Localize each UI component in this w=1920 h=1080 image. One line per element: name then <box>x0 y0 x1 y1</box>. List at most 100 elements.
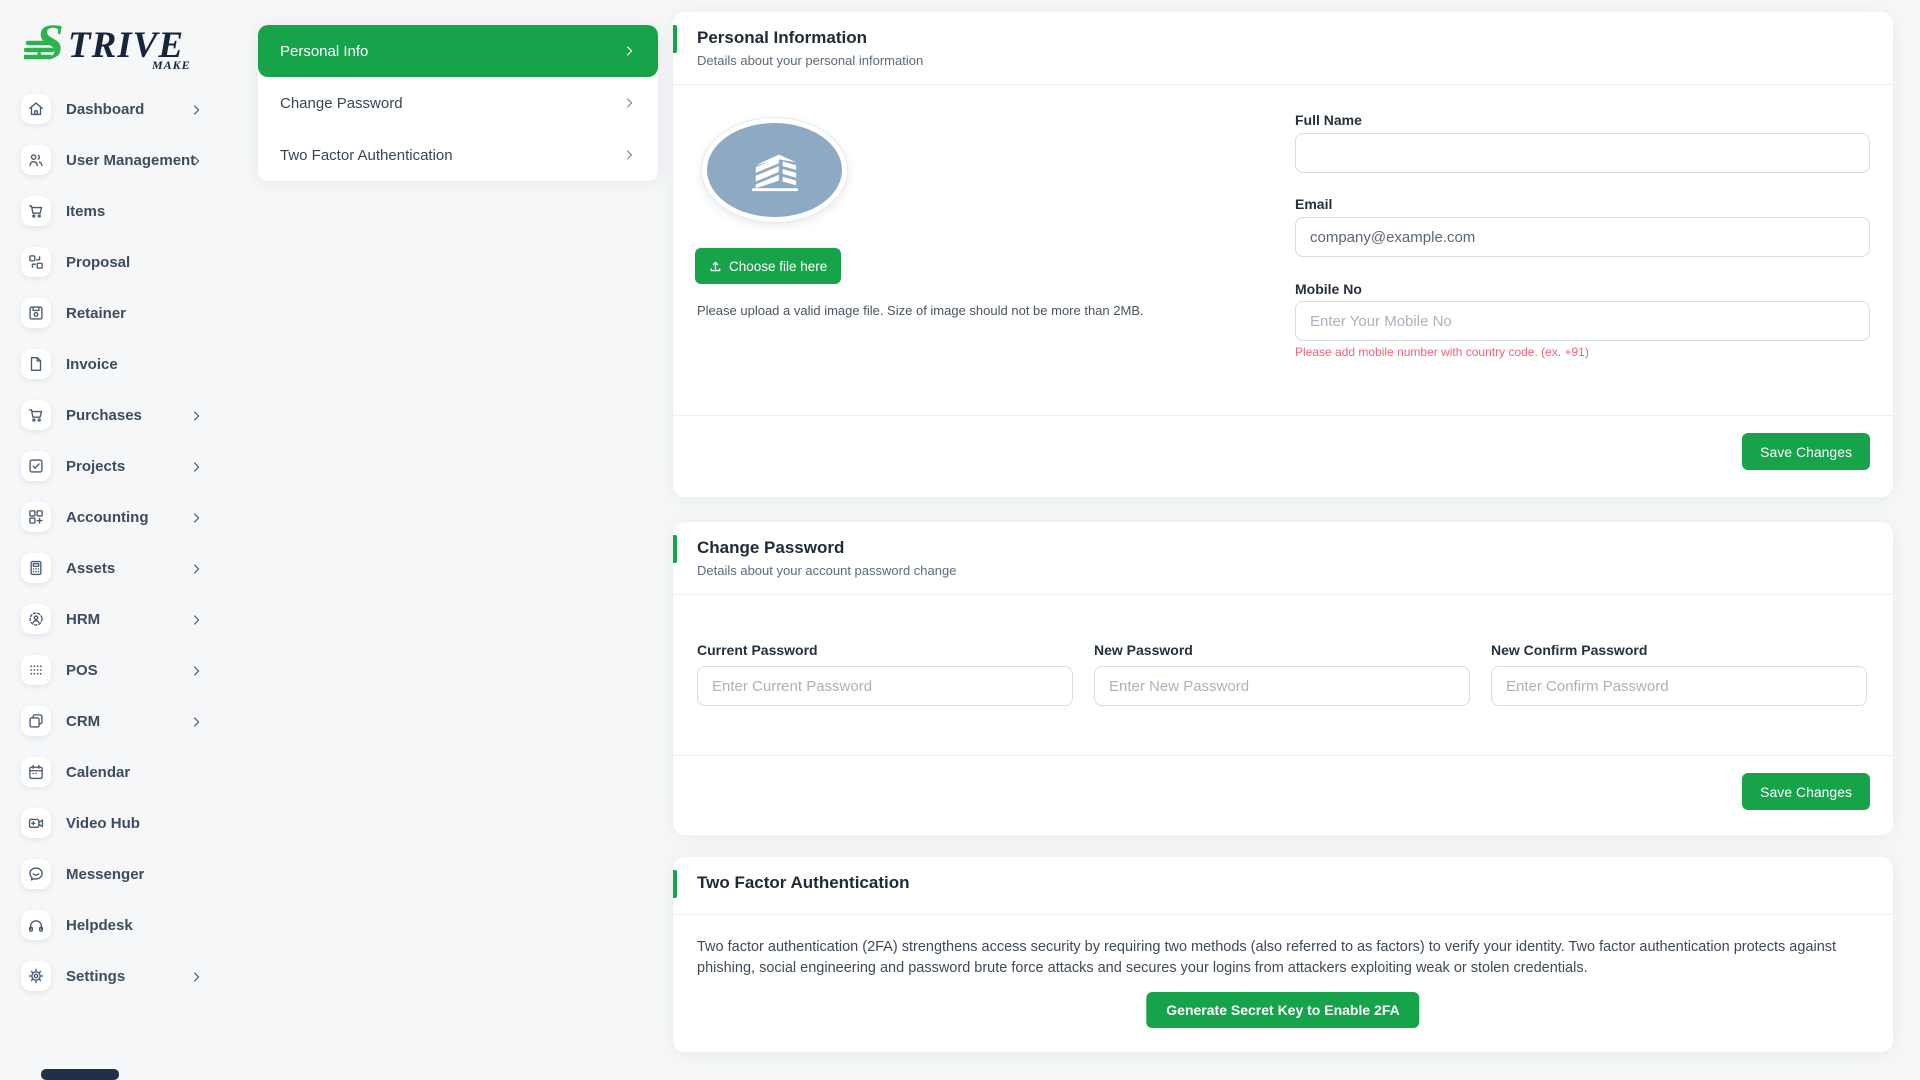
sidebar-item-purchases[interactable]: Purchases <box>0 390 250 441</box>
save-changes-button[interactable]: Save Changes <box>1742 433 1870 470</box>
save-disk-icon <box>21 298 51 328</box>
choose-file-button[interactable]: Choose file here <box>695 248 841 284</box>
sidebar-item-pos[interactable]: POS <box>0 645 250 696</box>
sidebar-item-label: Dashboard <box>66 101 144 118</box>
sidebar-item-label: CRM <box>66 713 100 730</box>
card-subtitle: Details about your account password chan… <box>697 563 1869 578</box>
sidebar-item-dashboard[interactable]: Dashboard <box>0 84 250 135</box>
sidebar-item-label: Messenger <box>66 866 144 883</box>
submenu-item-personal-info[interactable]: Personal Info <box>258 25 658 77</box>
horizontal-scrollbar-thumb[interactable] <box>41 1069 119 1080</box>
sidebar-item-proposal[interactable]: Proposal <box>0 237 250 288</box>
green-accent-bar <box>673 25 677 53</box>
strive-logo[interactable]: S TRIVE MAKE <box>24 12 214 72</box>
submenu-item-label: Change Password <box>280 95 403 112</box>
confirm-password-group: New Confirm Password <box>1491 632 1867 706</box>
sidebar-item-label: Proposal <box>66 254 130 271</box>
sidebar-item-retainer[interactable]: Retainer <box>0 288 250 339</box>
mobile-label: Mobile No <box>1295 281 1362 297</box>
sidebar-item-settings[interactable]: Settings <box>0 951 250 1002</box>
building-icon <box>743 145 807 195</box>
sidebar-item-assets[interactable]: Assets <box>0 543 250 594</box>
two-factor-description: Two factor authentication (2FA) strength… <box>697 937 1869 979</box>
chevron-right-icon <box>193 971 201 983</box>
profile-avatar[interactable] <box>702 118 847 222</box>
change-password-card: Change Password Details about your accou… <box>673 522 1893 835</box>
sidebar-item-label: Retainer <box>66 305 126 322</box>
sidebar-item-accounting[interactable]: Accounting <box>0 492 250 543</box>
sidebar-item-label: Invoice <box>66 356 118 373</box>
users-icon <box>21 145 51 175</box>
submenu-item-change-password[interactable]: Change Password <box>258 77 658 129</box>
sidebar-item-label: Assets <box>66 560 115 577</box>
sidebar-item-label: POS <box>66 662 98 679</box>
sidebar-item-label: Video Hub <box>66 815 140 832</box>
card-title: Change Password <box>697 538 1869 558</box>
submenu-item-two-factor[interactable]: Two Factor Authentication <box>258 129 658 181</box>
sidebar-item-helpdesk[interactable]: Helpdesk <box>0 900 250 951</box>
sidebar-item-label: Purchases <box>66 407 142 424</box>
submenu-item-label: Two Factor Authentication <box>280 147 453 164</box>
new-password-label: New Password <box>1094 642 1470 658</box>
personal-info-header: Personal Information Details about your … <box>673 12 1893 85</box>
sidebar-item-calendar[interactable]: Calendar <box>0 747 250 798</box>
submenu-item-label: Personal Info <box>280 43 368 60</box>
sidebar-item-user-management[interactable]: User Management <box>0 135 250 186</box>
upload-icon <box>709 260 722 273</box>
chevron-right-icon <box>193 563 201 575</box>
current-password-group: Current Password <box>697 632 1073 706</box>
chevron-right-icon <box>193 461 201 473</box>
calendar-icon <box>21 757 51 787</box>
email-input[interactable] <box>1295 217 1870 257</box>
settings-submenu: Personal Info Change Password Two Factor… <box>258 25 658 181</box>
sidebar-item-label: Accounting <box>66 509 149 526</box>
full-name-input[interactable] <box>1295 133 1870 173</box>
sidebar-item-messenger[interactable]: Messenger <box>0 849 250 900</box>
gear-icon <box>21 961 51 991</box>
new-password-input[interactable] <box>1094 666 1470 706</box>
change-password-header: Change Password Details about your accou… <box>673 522 1893 595</box>
transfer-squares-icon <box>21 247 51 277</box>
person-dashed-circle-icon <box>21 604 51 634</box>
chevron-right-icon <box>193 716 201 728</box>
change-password-footer: Save Changes <box>673 755 1893 835</box>
sidebar-item-hrm[interactable]: HRM <box>0 594 250 645</box>
chevron-right-icon <box>626 45 634 57</box>
sidebar-item-crm[interactable]: CRM <box>0 696 250 747</box>
logo-s: S <box>36 13 64 69</box>
current-password-input[interactable] <box>697 666 1073 706</box>
current-password-label: Current Password <box>697 642 1073 658</box>
green-accent-bar <box>673 535 677 563</box>
personal-info-card: Personal Information Details about your … <box>673 12 1893 497</box>
chevron-right-icon <box>626 97 634 109</box>
chat-bubble-icon <box>21 859 51 889</box>
confirm-password-input[interactable] <box>1491 666 1867 706</box>
card-subtitle: Details about your personal information <box>697 53 1869 68</box>
generate-2fa-key-button[interactable]: Generate Secret Key to Enable 2FA <box>1146 992 1419 1028</box>
confirm-password-label: New Confirm Password <box>1491 642 1867 658</box>
dots-grid-icon <box>21 655 51 685</box>
overlap-squares-icon <box>21 706 51 736</box>
personal-info-footer: Save Changes <box>673 415 1893 497</box>
chevron-right-icon <box>626 149 634 161</box>
sidebar-item-projects[interactable]: Projects <box>0 441 250 492</box>
new-password-group: New Password <box>1094 632 1470 706</box>
sidebar-item-label: Items <box>66 203 105 220</box>
cart-icon <box>21 400 51 430</box>
chevron-right-icon <box>193 512 201 524</box>
chevron-right-icon <box>193 155 201 167</box>
logo-make: MAKE <box>151 58 191 72</box>
video-camera-icon <box>21 808 51 838</box>
sidebar-item-items[interactable]: Items <box>0 186 250 237</box>
sidebar-item-invoice[interactable]: Invoice <box>0 339 250 390</box>
sidebar-item-label: HRM <box>66 611 100 628</box>
check-square-icon <box>21 451 51 481</box>
save-changes-button[interactable]: Save Changes <box>1742 773 1870 810</box>
mobile-input[interactable] <box>1295 301 1870 341</box>
sidebar-item-video-hub[interactable]: Video Hub <box>0 798 250 849</box>
sidebar: S TRIVE MAKE Dashboard User Management I… <box>0 0 250 1080</box>
strive-logo-graphic: S TRIVE MAKE <box>24 12 214 72</box>
chevron-right-icon <box>193 614 201 626</box>
calculator-icon <box>21 553 51 583</box>
change-password-fields: Current Password New Password New Confir… <box>697 632 1869 706</box>
